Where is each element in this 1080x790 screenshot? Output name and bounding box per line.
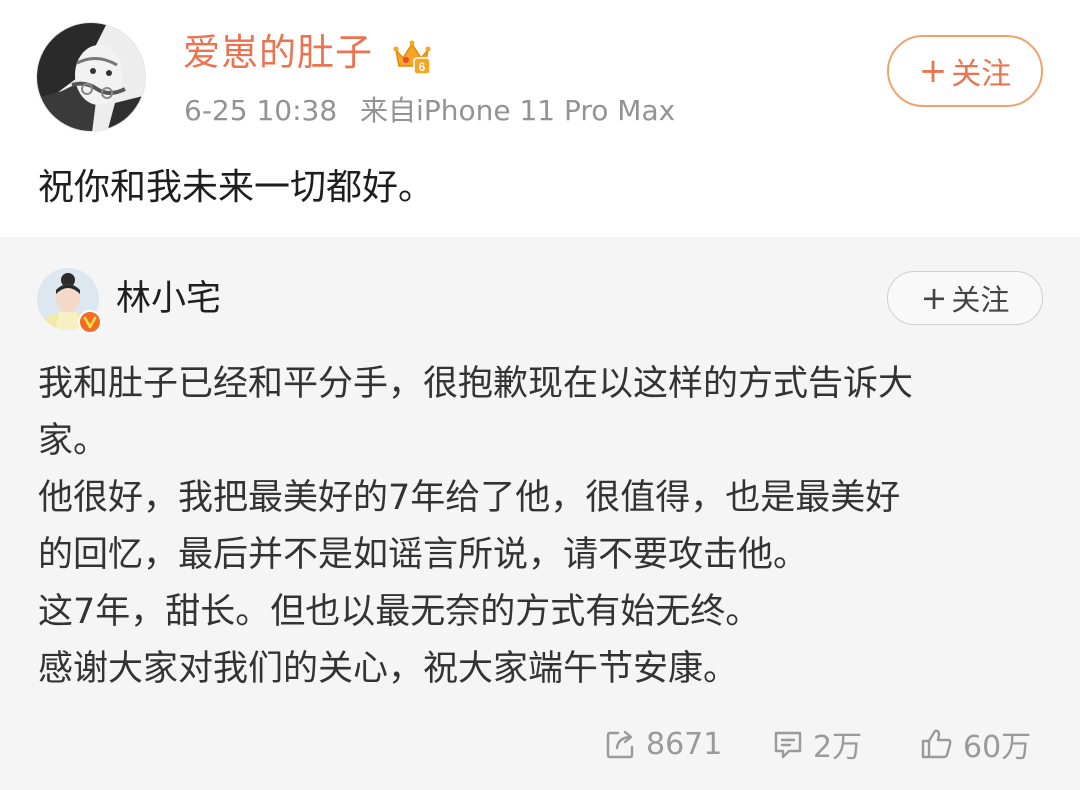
follow-label: 关注 — [951, 57, 1012, 92]
author-avatar[interactable] — [36, 22, 146, 132]
author-name[interactable]: 爱崽的肚子 — [183, 28, 373, 78]
repost-text-line: 家。 — [38, 421, 109, 461]
repost-text-line: 他很好，我把最美好的7年给了他，很值得，也是最美好 — [38, 478, 901, 518]
repost-action[interactable]: 8671 — [604, 724, 722, 764]
post-text: 祝你和我未来一切都好。 — [38, 167, 435, 208]
follow-button[interactable]: + 关注 — [887, 35, 1043, 107]
repost-follow-button[interactable]: + 关注 — [887, 271, 1043, 325]
follow-label: 关注 — [951, 283, 1010, 317]
repost-text-line: 感谢大家对我们的关心，祝大家端午节安康。 — [38, 649, 739, 689]
verified-v-icon — [78, 310, 102, 334]
comment-icon — [774, 731, 802, 759]
thumbs-up-icon — [921, 729, 952, 759]
repost-count: 8671 — [646, 726, 723, 762]
comment-action[interactable]: 2万 — [771, 724, 863, 765]
avatar-photo-icon — [37, 23, 145, 131]
plus-icon: + — [918, 51, 948, 91]
like-action[interactable]: 60万 — [919, 724, 1032, 765]
comment-count: 2万 — [813, 730, 863, 765]
crown-vip-icon[interactable]: 6 — [392, 36, 432, 76]
repost-author-name[interactable]: 林小宅 — [116, 275, 221, 323]
post-meta: 6-25 10:38 来自iPhone 11 Pro Max — [184, 92, 675, 130]
like-count: 60万 — [963, 730, 1032, 765]
repost-text: 我和肚子已经和平分手，很抱歉现在以这样的方式告诉大 家。 他很好，我把最美好的7… — [38, 356, 1038, 698]
repost-text-line: 的回忆，最后并不是如谣言所说，请不要攻击他。 — [38, 535, 809, 575]
repost-text-line: 我和肚子已经和平分手，很抱歉现在以这样的方式告诉大 — [38, 364, 914, 404]
post-timestamp: 6-25 10:38 — [184, 94, 338, 127]
post-source: 来自iPhone 11 Pro Max — [360, 94, 676, 127]
vip-level-text: 6 — [419, 60, 426, 74]
weibo-post: 爱崽的肚子 6 6-25 10:38 来自iPhone 11 Pro Max +… — [0, 0, 1080, 237]
reposted-weibo[interactable]: 林小宅 + 关注 我和肚子已经和平分手，很抱歉现在以这样的方式告诉大 家。 他很… — [0, 237, 1080, 790]
share-icon — [606, 730, 634, 759]
plus-icon: + — [920, 279, 948, 317]
repost-text-line: 这7年，甜长。但也以最无奈的方式有始无终。 — [38, 592, 761, 632]
